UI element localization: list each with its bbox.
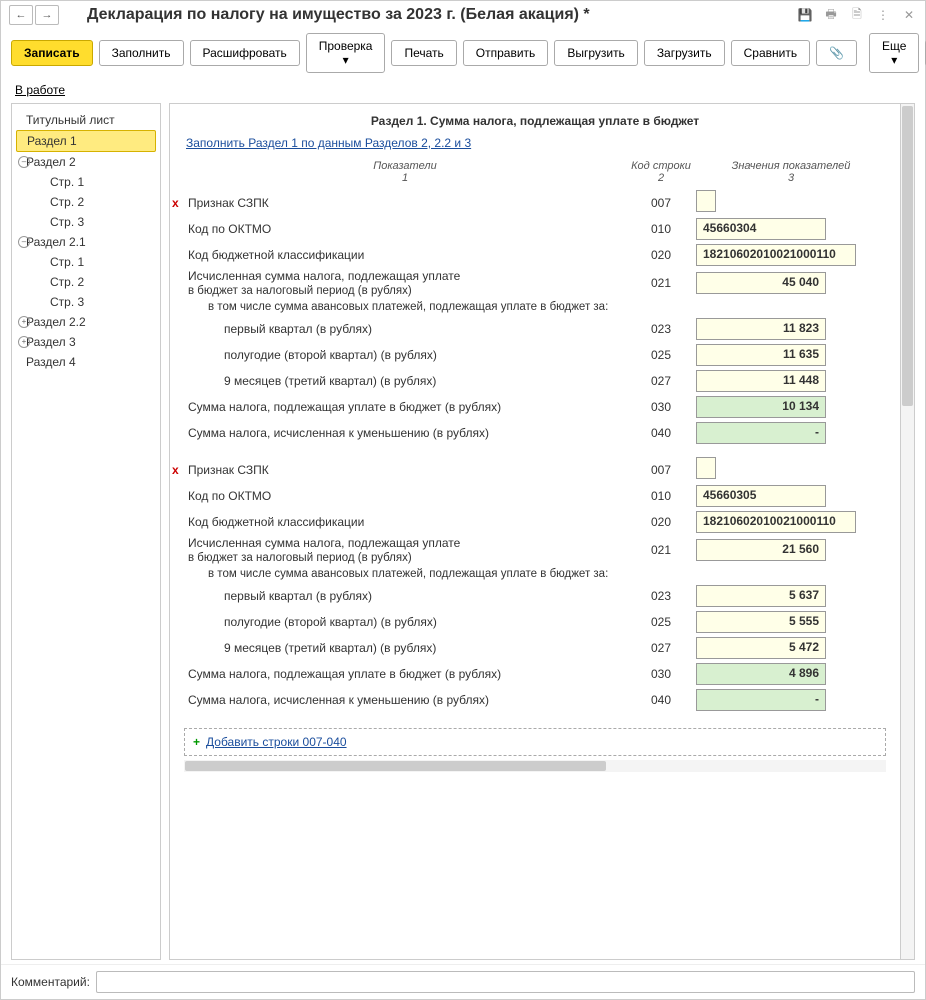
row-label: Код по ОКТМО <box>184 489 626 503</box>
q2-field[interactable]: 11 635 <box>696 344 826 366</box>
fill-button[interactable]: Заполнить <box>99 40 184 66</box>
topay-field[interactable]: 10 134 <box>696 396 826 418</box>
row-sublabel: в том числе сумма авансовых платежей, по… <box>208 568 886 580</box>
send-button[interactable]: Отправить <box>463 40 549 66</box>
row-label: Сумма налога, исчисленная к уменьшению (… <box>184 693 626 707</box>
add-rows-button[interactable]: + Добавить строки 007-040 <box>184 728 886 756</box>
q3-field[interactable]: 5 472 <box>696 637 826 659</box>
back-button[interactable]: ← <box>9 5 33 25</box>
row-label: Признак СЗПК <box>188 463 269 477</box>
reduce-field[interactable]: - <box>696 689 826 711</box>
section-title: Раздел 1. Сумма налога, подлежащая уплат… <box>184 114 886 128</box>
tree-section-4[interactable]: Раздел 4 <box>16 352 156 372</box>
q3-field[interactable]: 11 448 <box>696 370 826 392</box>
tree-section-3[interactable]: +Раздел 3 <box>16 332 156 352</box>
row-label: Исчисленная сумма налога, подлежащая упл… <box>184 269 626 297</box>
delete-row-icon[interactable]: х <box>172 463 179 477</box>
attach-button[interactable]: 📎 <box>816 40 857 66</box>
kbk-field[interactable]: 18210602010021000110 <box>696 511 856 533</box>
row-label: первый квартал (в рублях) <box>184 322 626 336</box>
tree-section-2[interactable]: –Раздел 2 <box>16 152 156 172</box>
tree-page[interactable]: Стр. 2 <box>16 272 156 292</box>
kbk-field[interactable]: 18210602010021000110 <box>696 244 856 266</box>
col-header: Показатели <box>373 160 437 172</box>
more-button[interactable]: Еще ▾ <box>869 33 919 73</box>
row-label: полугодие (второй квартал) (в рублях) <box>184 348 626 362</box>
col-header: Код строки <box>631 160 691 172</box>
tree-title-page[interactable]: Титульный лист <box>16 110 156 130</box>
row-label: 9 месяцев (третий квартал) (в рублях) <box>184 374 626 388</box>
q2-field[interactable]: 5 555 <box>696 611 826 633</box>
fill-section-link[interactable]: Заполнить Раздел 1 по данным Разделов 2,… <box>186 136 886 150</box>
row-sublabel: в том числе сумма авансовых платежей, по… <box>208 301 886 313</box>
oktmo-field[interactable]: 45660304 <box>696 218 826 240</box>
forward-button[interactable]: → <box>35 5 59 25</box>
reduce-field[interactable]: - <box>696 422 826 444</box>
topay-field[interactable]: 4 896 <box>696 663 826 685</box>
szpk-field[interactable] <box>696 190 716 212</box>
comment-input[interactable] <box>96 971 915 993</box>
print-button[interactable]: Печать <box>391 40 456 66</box>
download-button[interactable]: Загрузить <box>644 40 725 66</box>
row-label: Признак СЗПК <box>188 196 269 210</box>
menu-icon[interactable]: ⋮ <box>875 7 891 23</box>
tree-page[interactable]: Стр. 1 <box>16 172 156 192</box>
tree-page[interactable]: Стр. 3 <box>16 212 156 232</box>
toolbar: Записать Заполнить Расшифровать Проверка… <box>1 29 925 77</box>
row-label: Сумма налога, подлежащая уплате в бюджет… <box>184 400 626 414</box>
row-label: 9 месяцев (третий квартал) (в рублях) <box>184 641 626 655</box>
delete-row-icon[interactable]: х <box>172 196 179 210</box>
save-button[interactable]: Записать <box>11 40 93 66</box>
horizontal-scrollbar[interactable] <box>184 760 886 772</box>
sidebar: Титульный лист Раздел 1 –Раздел 2 Стр. 1… <box>11 103 161 960</box>
tree-section-1[interactable]: Раздел 1 <box>16 130 156 152</box>
col-header: Значения показателей <box>732 160 851 172</box>
q1-field[interactable]: 5 637 <box>696 585 826 607</box>
tree-page[interactable]: Стр. 1 <box>16 252 156 272</box>
status-link[interactable]: В работе <box>15 83 65 97</box>
plus-icon: + <box>193 735 200 749</box>
q1-field[interactable]: 11 823 <box>696 318 826 340</box>
titlebar: ← → Декларация по налогу на имущество за… <box>1 1 925 29</box>
vertical-scrollbar[interactable] <box>901 103 915 960</box>
row-label: полугодие (второй квартал) (в рублях) <box>184 615 626 629</box>
close-icon[interactable]: ✕ <box>901 7 917 23</box>
row-label: Сумма налога, исчисленная к уменьшению (… <box>184 426 626 440</box>
window-title: Декларация по налогу на имущество за 202… <box>87 6 789 24</box>
expand-icon[interactable]: + <box>18 316 30 328</box>
tree-section-21[interactable]: –Раздел 2.1 <box>16 232 156 252</box>
calc-field[interactable]: 45 040 <box>696 272 826 294</box>
tree-page[interactable]: Стр. 3 <box>16 292 156 312</box>
comment-label: Комментарий: <box>11 975 90 989</box>
collapse-icon[interactable]: – <box>18 236 30 248</box>
row-label: Код бюджетной классификации <box>184 515 626 529</box>
row-label: Исчисленная сумма налога, подлежащая упл… <box>184 536 626 564</box>
tree-section-22[interactable]: +Раздел 2.2 <box>16 312 156 332</box>
row-label: Сумма налога, подлежащая уплате в бюджет… <box>184 667 626 681</box>
collapse-icon[interactable]: – <box>18 156 30 168</box>
content-panel: Раздел 1. Сумма налога, подлежащая уплат… <box>169 103 901 960</box>
save-icon[interactable]: 💾 <box>797 7 813 23</box>
tree-page[interactable]: Стр. 2 <box>16 192 156 212</box>
check-button[interactable]: Проверка ▾ <box>306 33 386 73</box>
row-label: Код по ОКТМО <box>184 222 626 236</box>
oktmo-field[interactable]: 45660305 <box>696 485 826 507</box>
expand-icon[interactable]: + <box>18 336 30 348</box>
upload-button[interactable]: Выгрузить <box>554 40 638 66</box>
decrypt-button[interactable]: Расшифровать <box>190 40 300 66</box>
row-label: первый квартал (в рублях) <box>184 589 626 603</box>
compare-button[interactable]: Сравнить <box>731 40 810 66</box>
doc-icon[interactable]: 🗎 <box>849 7 865 23</box>
szpk-field[interactable] <box>696 457 716 479</box>
calc-field[interactable]: 21 560 <box>696 539 826 561</box>
print-icon[interactable]: 🖶 <box>823 7 839 23</box>
row-label: Код бюджетной классификации <box>184 248 626 262</box>
